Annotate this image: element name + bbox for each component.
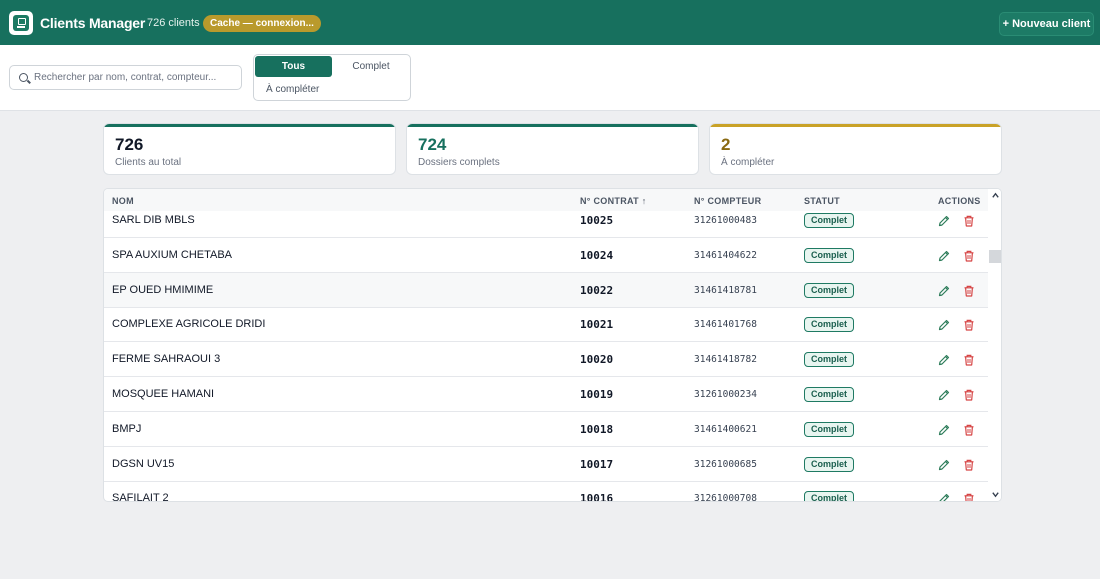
client-name: EP OUED HMIMIME [112, 283, 214, 296]
column-header-name[interactable]: NOM [112, 196, 134, 206]
delete-icon[interactable] [962, 458, 976, 472]
client-name: DGSN UV15 [112, 457, 175, 470]
delete-icon[interactable] [962, 214, 976, 228]
client-name: FERME SAHRAOUI 3 [112, 353, 221, 366]
filter-tab-all[interactable]: Tous [255, 56, 332, 77]
contract-number: 10017 [580, 457, 614, 471]
status-badge: Complet [804, 213, 854, 228]
stat-card-todo: 2 À compléter [709, 123, 1002, 175]
client-name: COMPLEXE AGRICOLE DRIDI [112, 318, 266, 331]
meter-number: 31261000685 [694, 458, 757, 470]
toolbar: Tous Complet À compléter [0, 45, 1100, 111]
client-name: SAFILAIT 2 [112, 492, 169, 502]
table-header: NOM N° CONTRAT ↑ N° COMPTEUR STATUT ACTI… [104, 189, 988, 211]
scroll-thumb[interactable] [989, 250, 1001, 263]
status-badge: Complet [804, 317, 854, 333]
delete-icon[interactable] [962, 284, 976, 298]
edit-icon[interactable] [937, 458, 951, 472]
meter-number: 31461418781 [694, 284, 757, 296]
table-row[interactable]: SAFILAIT 2 10016 31261000708 Complet [104, 481, 988, 502]
cache-status-badge: Cache — connexion... [203, 15, 321, 32]
delete-icon[interactable] [962, 423, 976, 437]
delete-icon[interactable] [962, 318, 976, 332]
table-row[interactable]: FERME SAHRAOUI 3 10020 31461418782 Complet [104, 342, 988, 378]
app-logo-icon [9, 11, 33, 35]
contract-number: 10016 [580, 492, 614, 502]
status-badge: Complet [804, 421, 854, 437]
stat-label-complete: Dossiers complets [418, 157, 500, 168]
column-header-status[interactable]: STATUT [804, 196, 840, 206]
edit-icon[interactable] [937, 249, 951, 263]
filter-tab-todo[interactable]: À compléter [266, 84, 319, 95]
status-badge: Complet [804, 352, 854, 368]
contract-number: 10022 [580, 283, 614, 297]
search-box[interactable] [9, 65, 242, 90]
contract-number: 10020 [580, 353, 614, 367]
edit-icon[interactable] [937, 284, 951, 298]
contract-number: 10018 [580, 422, 614, 436]
client-name: MOSQUEE HAMANI [112, 388, 215, 400]
contract-number: 10021 [580, 318, 614, 332]
status-badge: Complet [804, 387, 854, 402]
client-name: BMPJ [112, 422, 142, 435]
filter-tab-complete[interactable]: Complet [332, 56, 410, 77]
meter-number: 31461401768 [694, 319, 757, 331]
status-badge: Complet [804, 282, 854, 298]
stat-bar [710, 124, 1001, 127]
meter-number: 31261000708 [694, 493, 757, 502]
edit-icon[interactable] [937, 388, 951, 402]
column-header-contract[interactable]: N° CONTRAT ↑ [580, 196, 647, 206]
edit-icon[interactable] [937, 492, 951, 501]
stat-label-total: Clients au total [115, 157, 182, 168]
meter-number: 31461418782 [694, 354, 757, 366]
status-badge: Complet [804, 491, 854, 501]
table-scrollbar[interactable] [988, 189, 1001, 501]
search-icon [19, 73, 28, 82]
meter-number: 31461404622 [694, 249, 757, 261]
app-header: Clients Manager 726 clients Cache — conn… [0, 0, 1100, 45]
meter-number: 31461400621 [694, 423, 757, 435]
stat-bar [104, 124, 395, 127]
status-badge: Complet [804, 456, 854, 472]
edit-icon[interactable] [937, 318, 951, 332]
scroll-up-icon[interactable] [991, 191, 1000, 200]
table-row[interactable]: BMPJ 10018 31461400621 Complet [104, 412, 988, 447]
table-row[interactable]: EP OUED HMIMIME 10022 31461418781 Complet [104, 272, 988, 308]
table-row[interactable]: SPA AUXIUM CHETABA 10024 31461404622 Comple… [104, 238, 988, 273]
edit-icon[interactable] [937, 423, 951, 437]
stat-card-total: 726 Clients au total [103, 123, 396, 175]
delete-icon[interactable] [962, 249, 976, 263]
scroll-down-icon[interactable] [991, 490, 1000, 499]
table-row[interactable]: DGSN UV15 10017 31261000685 Complet [104, 447, 988, 482]
client-count: 726 clients [147, 17, 200, 29]
delete-icon[interactable] [962, 492, 976, 501]
edit-icon[interactable] [937, 214, 951, 228]
meter-number: 31261000234 [694, 389, 757, 400]
app-title: Clients Manager [40, 15, 146, 31]
table-row[interactable]: MOSQUEE HAMANI 10019 31261000234 Complet [104, 377, 988, 412]
delete-icon[interactable] [962, 353, 976, 367]
stat-value-todo: 2 [721, 135, 731, 154]
status-filter: Tous Complet À compléter [253, 54, 411, 101]
contract-number: 10019 [580, 388, 614, 401]
stat-value-total: 726 [115, 135, 144, 154]
search-input[interactable] [34, 72, 234, 83]
stat-card-complete: 724 Dossiers complets [406, 123, 699, 175]
table-row[interactable]: COMPLEXE AGRICOLE DRIDI 10021 31461401768 C… [104, 307, 988, 343]
stat-label-todo: À compléter [721, 157, 775, 168]
new-client-button[interactable]: + Nouveau client [999, 12, 1094, 36]
stat-bar [407, 124, 698, 127]
edit-icon[interactable] [937, 353, 951, 367]
clients-table: SARL DIB MBLS 10025 31261000483 Complet SPA … [103, 188, 1002, 502]
client-name: SPA AUXIUM CHETABA [112, 248, 233, 261]
delete-icon[interactable] [962, 388, 976, 402]
status-badge: Complet [804, 247, 854, 263]
stat-value-complete: 724 [418, 135, 447, 154]
column-header-actions: ACTIONS [938, 196, 981, 206]
table-body[interactable]: SARL DIB MBLS 10025 31261000483 Complet SPA … [104, 203, 988, 502]
contract-number: 10024 [580, 248, 614, 262]
column-header-meter[interactable]: N° COMPTEUR [694, 196, 761, 206]
